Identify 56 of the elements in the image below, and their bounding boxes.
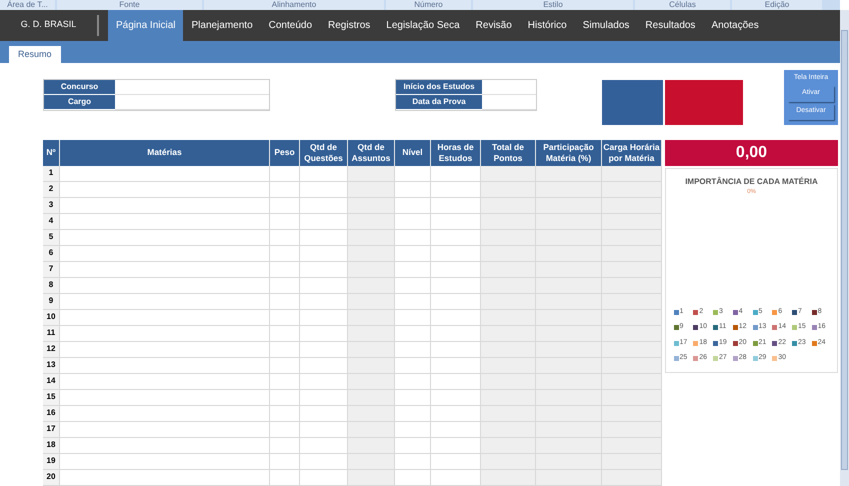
column-header: Participação Matéria (%) [536,140,602,166]
brand-label: G. D. BRASIL [20,18,78,32]
row-number: 16 [43,406,60,421]
row-number: 7 [43,262,60,277]
row-number: 11 [43,326,60,341]
ribbon-group-label: Fonte [57,0,202,10]
row-number: 13 [43,358,60,373]
column-header: Matérias [60,140,270,166]
field-label: Concurso [44,80,115,96]
column-header: Horas de Estudos [431,140,481,166]
nav-tab[interactable]: Legislação Seca [378,10,468,41]
column-header: Qtd de Assuntos [348,140,395,166]
row-number: 9 [43,294,60,309]
ribbon-group-label: Células [635,0,730,10]
column-header: Peso [270,140,300,166]
row-number: 17 [43,422,60,437]
nav-tab[interactable]: Página Inicial [108,10,184,41]
column-header: Nível [395,140,431,166]
nav-tab[interactable]: Conteúdo [260,10,320,41]
sheet-tab[interactable]: Resumo [9,46,61,64]
row-number: 15 [43,390,60,405]
row-number: 14 [43,374,60,389]
total-value: 0,00 [665,140,838,166]
summary-tile [602,80,663,126]
ribbon-group-label: Estilo [473,0,633,10]
column-header: Nº [43,140,60,166]
column-header: Carga Horária por Matéria [602,140,662,166]
column-header: Qtd de Questões [300,140,348,166]
row-number: 6 [43,246,60,261]
nav-tab[interactable]: Anotações [703,10,767,41]
field-label: Início dos Estudos [396,80,482,96]
row-number: 20 [43,470,60,485]
row-number: 1 [43,166,60,181]
chart-title: IMPORTÂNCIA DE CADA MATÉRIA [685,176,818,188]
row-number: 2 [43,182,60,197]
row-number: 5 [43,230,60,245]
nav-tab[interactable]: Registros [320,10,378,41]
row-number: 8 [43,278,60,293]
ribbon-group-label: Número [386,0,471,10]
row-number: 3 [43,198,60,213]
row-number: 10 [43,310,60,325]
row-number: 18 [43,438,60,453]
nav-tab[interactable]: Simulados [574,10,638,41]
row-number: 12 [43,342,60,357]
ribbon-group-label: Alinhamento [204,0,384,10]
row-number: 19 [43,454,60,469]
nav-tab[interactable]: Planejamento [183,10,261,41]
column-header: Total de Pontos [481,140,536,166]
field-label: Data da Prova [396,95,482,110]
nav-tab[interactable]: Resultados [637,10,704,41]
nav-tab[interactable]: Revisão [468,10,520,41]
ribbon-group-label: Edição [732,0,822,10]
nav-tab[interactable]: Histórico [520,10,575,41]
field-label: Cargo [44,95,115,110]
row-number: 4 [43,214,60,229]
ribbon-group-label: Área de T... [0,0,55,10]
